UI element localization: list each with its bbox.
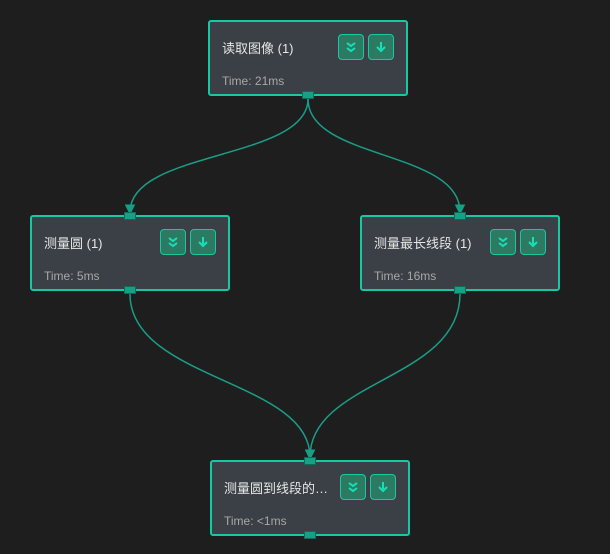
node-measure-circle-to-segment[interactable]: 测量圆到线段的距… Time: <1ms bbox=[210, 460, 410, 536]
port-out[interactable] bbox=[304, 531, 316, 539]
node-title: 测量圆到线段的距… bbox=[224, 478, 340, 497]
node-time: Time: 16ms bbox=[374, 269, 546, 283]
double-chevron-down-icon bbox=[346, 480, 360, 494]
double-chevron-down-icon bbox=[344, 40, 358, 54]
node-measure-longest-segment[interactable]: 测量最长线段 (1) Time: 16ms bbox=[360, 215, 560, 291]
port-in[interactable] bbox=[124, 212, 136, 220]
download-arrow-icon bbox=[196, 235, 210, 249]
node-time: Time: 5ms bbox=[44, 269, 216, 283]
port-out[interactable] bbox=[124, 286, 136, 294]
node-read-image[interactable]: 读取图像 (1) Time: 21ms bbox=[208, 20, 408, 96]
node-measure-circle[interactable]: 测量圆 (1) Time: 5ms bbox=[30, 215, 230, 291]
download-button[interactable] bbox=[370, 474, 396, 500]
node-title: 测量圆 (1) bbox=[44, 233, 103, 252]
download-arrow-icon bbox=[376, 480, 390, 494]
node-title: 读取图像 (1) bbox=[222, 38, 294, 57]
port-in[interactable] bbox=[454, 212, 466, 220]
edge bbox=[308, 99, 460, 212]
graph-canvas[interactable]: 读取图像 (1) Time: 21ms bbox=[0, 0, 610, 554]
expand-button[interactable] bbox=[490, 229, 516, 255]
port-in[interactable] bbox=[304, 457, 316, 465]
node-time: Time: <1ms bbox=[224, 514, 396, 528]
port-out[interactable] bbox=[454, 286, 466, 294]
expand-button[interactable] bbox=[340, 474, 366, 500]
node-time: Time: 21ms bbox=[222, 74, 394, 88]
edge bbox=[130, 294, 310, 457]
download-arrow-icon bbox=[526, 235, 540, 249]
download-button[interactable] bbox=[520, 229, 546, 255]
edge bbox=[130, 99, 308, 212]
expand-button[interactable] bbox=[338, 34, 364, 60]
download-arrow-icon bbox=[374, 40, 388, 54]
download-button[interactable] bbox=[190, 229, 216, 255]
port-out[interactable] bbox=[302, 91, 314, 99]
double-chevron-down-icon bbox=[166, 235, 180, 249]
node-title: 测量最长线段 (1) bbox=[374, 233, 472, 252]
expand-button[interactable] bbox=[160, 229, 186, 255]
edge bbox=[310, 294, 460, 457]
double-chevron-down-icon bbox=[496, 235, 510, 249]
download-button[interactable] bbox=[368, 34, 394, 60]
